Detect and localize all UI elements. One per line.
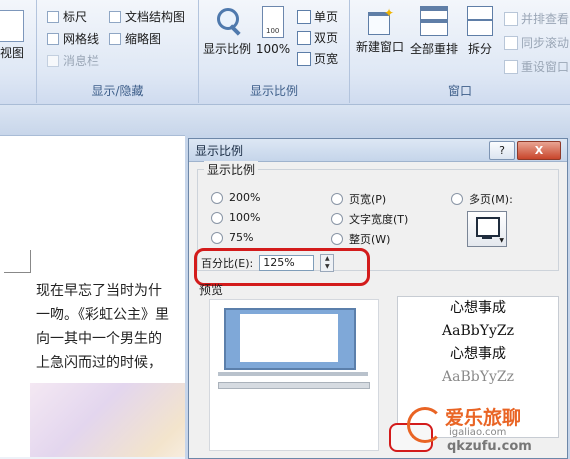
view-button-label[interactable]: 视图 [0,44,24,61]
ribbon-group-show-hide: 标尺 网格线 消息栏 文档结构图 缩略图 显示/隐藏 [37,0,199,103]
document-line: 现在早忘了当时为什 [36,283,162,299]
document-line: 向一其中一个男生的 [36,331,162,347]
magnifier-icon [212,6,242,36]
page-width-icon [297,51,311,66]
radio-whole-page[interactable]: 整页(W) [331,231,390,247]
new-window-icon: ✦ [366,6,394,35]
sample-line: AaBbYyZz [442,369,514,385]
document-line: 上急闪而过的时候， [36,355,162,371]
many-pages-picker[interactable]: ▼ [467,211,507,247]
gridlines-checkbox[interactable]: 网格线 [47,30,99,47]
close-button[interactable]: X [517,141,561,160]
one-page-button[interactable]: 单页 [297,8,338,25]
monitor-icon [476,217,500,237]
zoom-dialog: 显示比例 ? X 显示比例 200% 100% 75% 页宽(P) 文字宽度(T… [188,138,568,459]
view-icon [0,10,24,42]
two-pages-icon [297,30,311,45]
new-window-label: 新建窗口 [355,40,404,54]
split-label: 拆分 [467,42,492,56]
dialog-title: 显示比例 [195,143,244,158]
ribbon-group-window: ✦ 新建窗口 全部重排 拆分 并排查看 同步滚动 重设窗口 窗口 [350,0,570,103]
ok-button[interactable] [389,423,433,452]
hundred-percent-button[interactable]: 100 100% [255,6,291,56]
document-body[interactable]: 现在早忘了当时为什 一吻。《彩虹公主》里 向一其中一个男生的 上急闪而过的时候， [36,279,201,375]
radio-text-width[interactable]: 文字宽度(T) [331,211,408,227]
help-button[interactable]: ? [489,141,515,160]
page-width-button[interactable]: 页宽 [297,50,338,67]
zoom-group-label: 显示比例 [249,84,298,98]
sync-scroll-icon [504,35,518,50]
thumbnails-checkbox[interactable]: 缩略图 [109,30,161,47]
side-by-side-button[interactable]: 并排查看 [504,10,569,27]
arrange-all-icon [420,6,448,36]
preview-sample-text: 心想事成 AaBbYyZz 心想事成 AaBbYyZz [397,296,559,438]
ribbon-group-views: 视图 [0,0,37,103]
sample-line: 心想事成 [450,300,506,316]
hundred-percent-label: 100% [255,42,291,56]
document-photo [30,383,195,457]
radio-75[interactable]: 75% [211,231,253,244]
page-100-icon: 100 [262,6,284,38]
radio-200[interactable]: 200% [211,191,260,204]
split-button[interactable]: 拆分 [462,6,498,57]
document-map-checkbox[interactable]: 文档结构图 [109,8,185,25]
radio-many-pages[interactable]: 多页(M): [451,191,513,207]
ruler-checkbox[interactable]: 标尺 [47,8,87,25]
preview-legend: 预览 [199,283,224,297]
zoom-button-label: 显示比例 [203,42,252,56]
document-line: 一吻。《彩虹公主》里 [36,307,169,323]
radio-page-width[interactable]: 页宽(P) [331,191,386,207]
preview-screen [224,308,356,370]
sample-line: AaBbYyZz [442,323,514,339]
message-bar-checkbox[interactable]: 消息栏 [47,52,99,69]
new-window-button[interactable]: ✦ 新建窗口 [354,6,406,55]
ruler-strip [0,105,570,136]
show-hide-group-label: 显示/隐藏 [91,84,144,98]
reset-window-button[interactable]: 重设窗口 [504,58,569,75]
zoom-button[interactable]: 显示比例 [203,6,251,57]
watermark-url-2: qkzufu.com [447,439,532,454]
window-group-label: 窗口 [447,84,472,98]
arrange-all-button[interactable]: 全部重排 [408,6,460,57]
split-icon [467,6,493,36]
arrange-all-label: 全部重排 [409,42,458,56]
sample-line: 心想事成 [450,346,506,362]
one-page-icon [297,9,311,24]
two-pages-button[interactable]: 双页 [297,29,338,46]
side-by-side-icon [504,11,518,26]
ribbon-group-zoom: 显示比例 100 100% 单页 双页 页宽 显示比例 [199,0,350,103]
margin-corner-mark [4,250,31,273]
reset-window-icon [504,59,518,74]
preview-monitor [209,299,379,451]
radio-100[interactable]: 100% [211,211,260,224]
zoom-group-legend: 显示比例 [204,161,259,178]
sync-scroll-button[interactable]: 同步滚动 [504,34,569,51]
ribbon: 视图 标尺 网格线 消息栏 文档结构图 缩略图 显示/隐藏 显示比例 100 1… [0,0,570,105]
